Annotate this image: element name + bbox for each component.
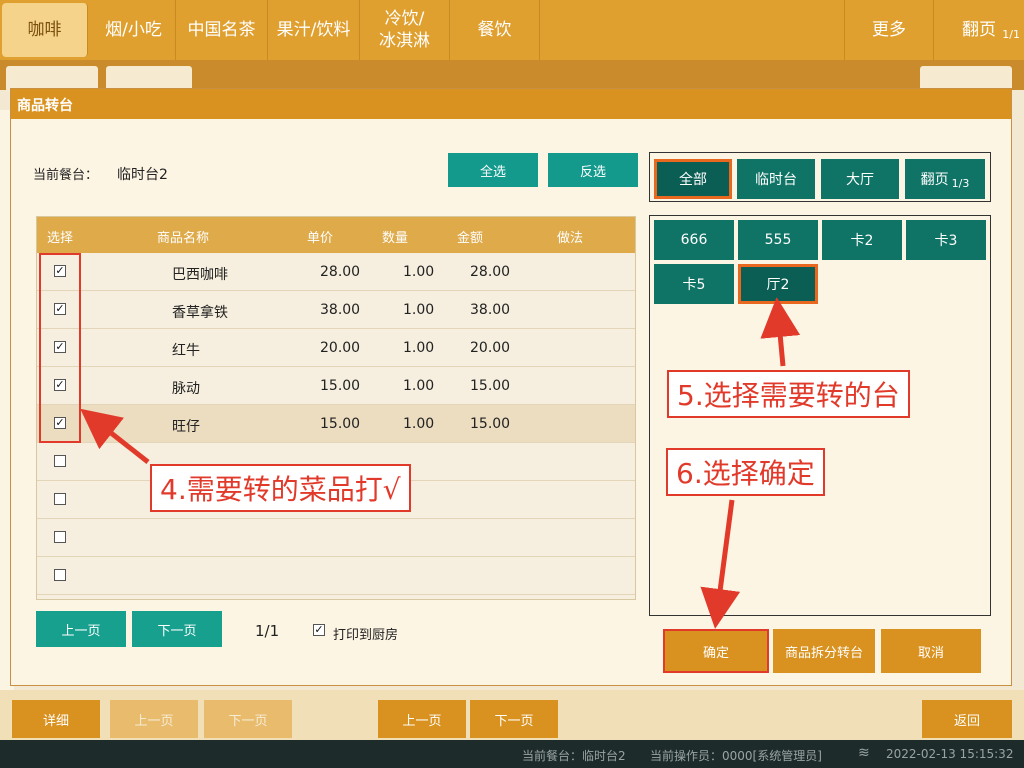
arrow-step4	[80, 408, 150, 464]
annotation-arrows	[80, 297, 801, 629]
arrow-step6	[700, 499, 741, 629]
arrow-step5	[760, 297, 801, 367]
